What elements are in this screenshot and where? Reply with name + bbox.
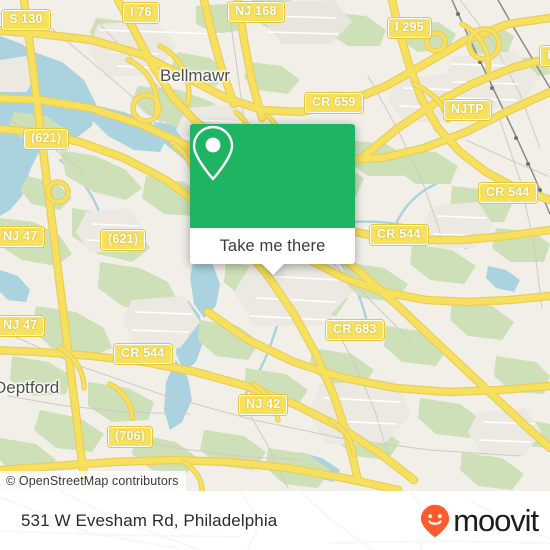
address-label: 531 W Evesham Rd, Philadelphia xyxy=(21,510,278,530)
map-shield: CR 659 xyxy=(304,91,364,115)
map-place-label: Deptford xyxy=(0,378,60,397)
map-shield: CR 544 xyxy=(478,181,538,205)
moovit-pin-smile-icon xyxy=(421,504,450,537)
moovit-logo[interactable]: moovit xyxy=(420,503,539,538)
location-pin-icon xyxy=(192,125,234,181)
map-shield: CR 544 xyxy=(113,342,173,366)
map-place-label: Bellmawr xyxy=(160,66,230,85)
map-attribution[interactable]: © OpenStreetMap contributors xyxy=(0,471,186,491)
map-shield: (706) xyxy=(106,425,154,449)
map-shield: CR 683 xyxy=(325,318,385,342)
map-canvas[interactable]: .water{fill:#aad3df} .park{fill:#cde0b8}… xyxy=(0,0,550,491)
map-shield: I 76 xyxy=(122,1,160,25)
moovit-wordmark: moovit xyxy=(453,503,539,538)
take-me-there-label: Take me there xyxy=(219,236,326,255)
map-shield: (621) xyxy=(99,228,147,252)
map-shield: CR 544 xyxy=(369,223,429,247)
popup-pointer xyxy=(261,264,284,275)
take-me-there-button[interactable]: Take me there xyxy=(190,228,355,264)
moovit-map-screenshot: .water{fill:#aad3df} .park{fill:#cde0b8}… xyxy=(0,0,550,550)
map-shield: S 130 xyxy=(1,8,51,32)
map-shield: NJ 47 xyxy=(0,225,46,249)
map-shield: NJ 47 xyxy=(0,314,46,338)
destination-popup-card[interactable]: Take me there xyxy=(190,124,355,275)
map-shield: NJ 42 xyxy=(237,393,289,417)
popup-image-area xyxy=(190,124,355,228)
map-shield: NJ 168 xyxy=(227,0,285,24)
map-shield: I 295 xyxy=(387,16,432,40)
map-shield: (621) xyxy=(22,127,70,151)
footer-bar: 531 W Evesham Rd, Philadelphia moovit xyxy=(0,491,550,550)
map-shield: I xyxy=(539,44,550,68)
map-shield: NJTP xyxy=(443,98,492,122)
